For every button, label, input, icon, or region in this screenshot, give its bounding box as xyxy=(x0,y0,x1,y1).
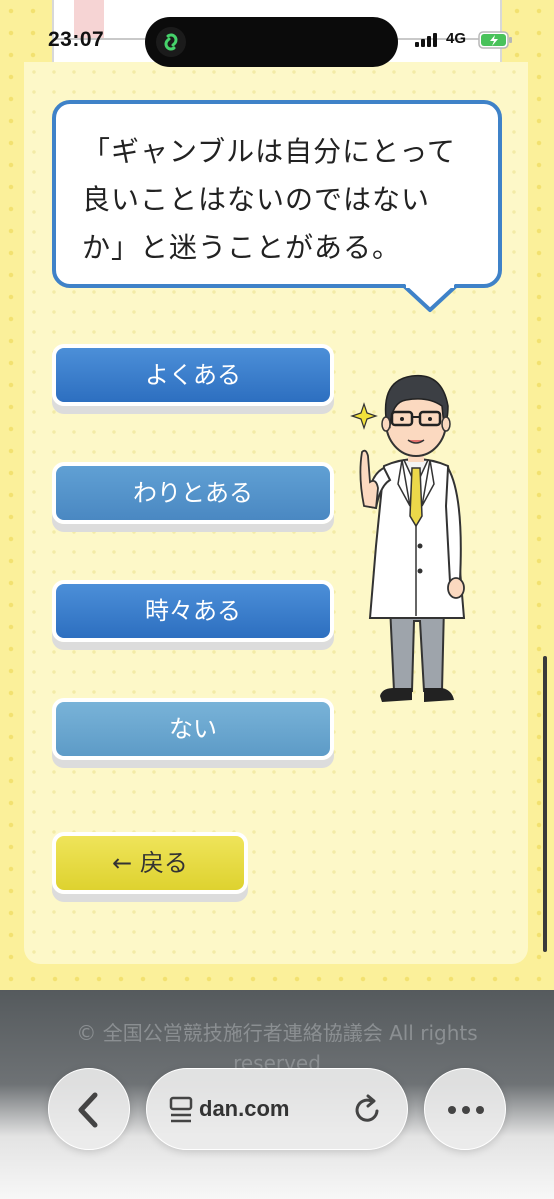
more-icon xyxy=(448,1106,484,1114)
answer-never-button[interactable]: ない xyxy=(52,698,334,760)
signal-icon xyxy=(415,33,441,47)
question-text: 「ギャンブルは自分にとって良いことはないのではないか」と迷うことがある。 xyxy=(82,135,456,264)
answer-often-button[interactable]: よくある xyxy=(52,344,334,406)
link-icon xyxy=(156,27,186,57)
reload-icon[interactable] xyxy=(351,1093,385,1127)
more-options-button[interactable] xyxy=(424,1068,506,1150)
scrollbar[interactable] xyxy=(543,656,547,952)
tabs-icon xyxy=(169,1096,193,1123)
network-type: 4G xyxy=(446,30,467,47)
battery-icon xyxy=(478,31,512,49)
back-button[interactable]: ← 戻る xyxy=(52,832,248,894)
answer-fairly-button[interactable]: わりとある xyxy=(52,462,334,524)
chevron-left-icon xyxy=(78,1092,98,1128)
address-bar[interactable]: dan.com xyxy=(146,1068,408,1150)
question-bubble: 「ギャンブルは自分にとって良いことはないのではないか」と迷うことがある。 xyxy=(52,100,502,288)
bubble-tail xyxy=(400,284,460,312)
dynamic-island xyxy=(145,17,398,67)
url-text: dan.com xyxy=(199,1096,290,1121)
answer-sometimes-button[interactable]: 時々ある xyxy=(52,580,334,642)
status-bar: 23:07 4G xyxy=(0,0,554,80)
status-time: 23:07 xyxy=(48,28,105,51)
browser-back-button[interactable] xyxy=(48,1068,130,1150)
doctor-illustration xyxy=(350,374,466,702)
